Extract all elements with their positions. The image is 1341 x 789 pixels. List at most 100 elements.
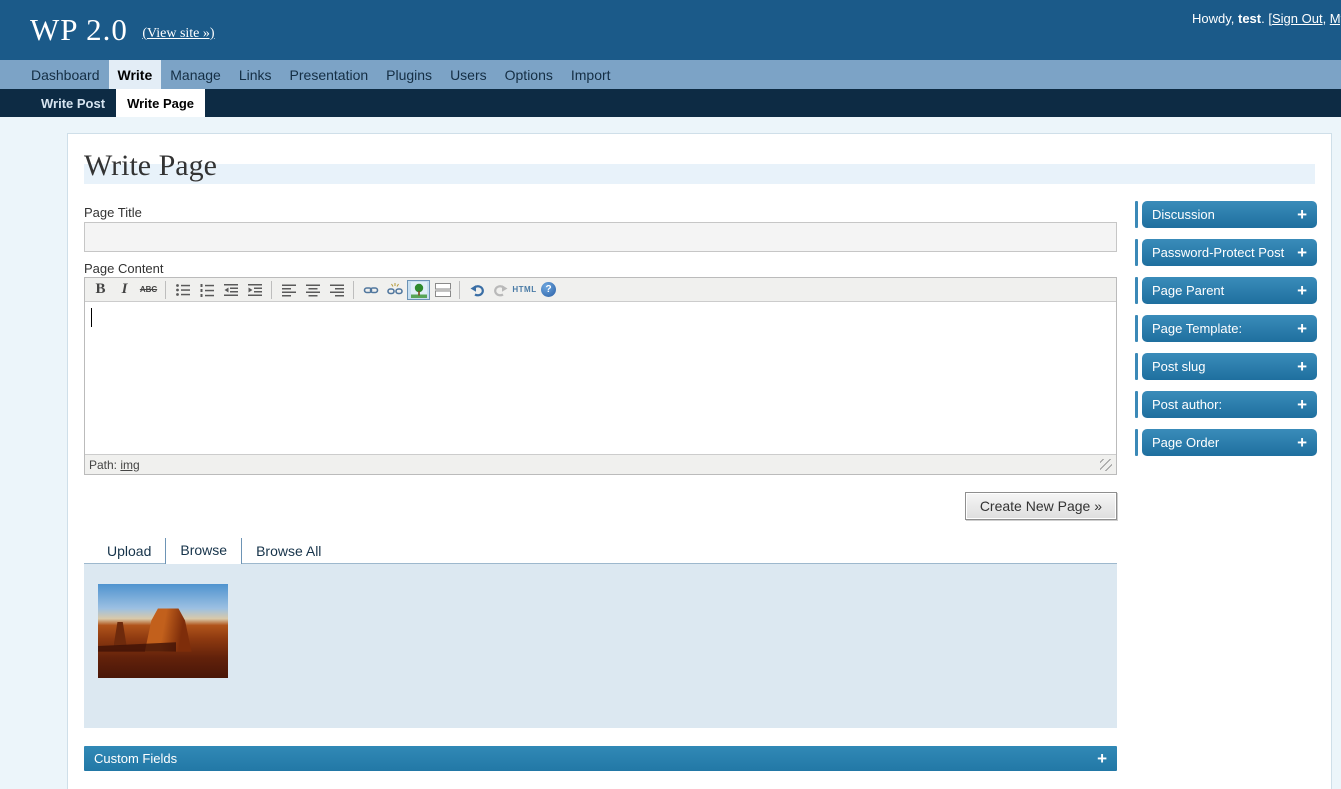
sidebar-item: Discussion + [1135,201,1317,228]
align-center-button[interactable] [301,280,324,300]
custom-fields-label: Custom Fields [94,751,177,766]
indent-button[interactable] [243,280,266,300]
panel-accent-bar [1135,277,1138,304]
path-img-node[interactable]: img [120,458,139,472]
page-title-label: Page Title [84,205,1117,220]
panel-accent-bar [1135,239,1138,266]
image-button[interactable] [407,280,430,300]
thumb-small-butte [114,622,127,646]
my-profile-link[interactable]: My [1330,11,1341,26]
panel-page-parent[interactable]: Page Parent + [1142,277,1317,304]
expand-plus-icon[interactable]: + [1097,750,1107,767]
main-column: Page Title Page Content B I ABC [84,205,1117,771]
nav-write[interactable]: Write [109,60,162,89]
wp-logo: WP 2.0 [30,12,128,47]
align-left-button[interactable] [277,280,300,300]
create-new-page-button[interactable]: Create New Page » [965,492,1117,520]
content-area: Write Page Page Title Page Content B I A… [67,133,1332,789]
path-breadcrumb: Path: img [89,458,140,472]
panel-post-author[interactable]: Post author: + [1142,391,1317,418]
italic-button[interactable]: I [113,280,136,300]
expand-plus-icon[interactable]: + [1297,358,1307,375]
expand-plus-icon[interactable]: + [1297,320,1307,337]
logo-row: WP 2.0 (View site ») [0,0,1341,48]
howdy-text: Howdy, test. [Sign Out, My [1192,11,1341,26]
subnav-write-post[interactable]: Write Post [30,89,116,117]
nav-manage[interactable]: Manage [161,60,230,89]
panel-label: Post author: [1152,397,1222,412]
nav-plugins[interactable]: Plugins [377,60,441,89]
sidebar-item: Post author: + [1135,391,1317,418]
path-label: Path: [89,458,120,472]
submit-row: Create New Page » [84,492,1117,520]
nav-options[interactable]: Options [496,60,562,89]
toolbar-separator [353,281,354,299]
expand-plus-icon[interactable]: + [1297,282,1307,299]
strikethrough-button[interactable]: ABC [137,280,160,300]
username: test [1238,11,1261,26]
panel-accent-bar [1135,201,1138,228]
tab-browse[interactable]: Browse [165,538,242,564]
nav-dashboard[interactable]: Dashboard [22,60,109,89]
more-tag-button[interactable] [431,280,454,300]
wordpress-admin-screen: WP 2.0 (View site ») Howdy, test. [Sign … [0,0,1341,789]
media-browser-panel [84,564,1117,728]
toolbar-separator [459,281,460,299]
sidebar: Discussion + Password-Protect Post + Pag… [1135,201,1317,467]
undo-button[interactable] [465,280,488,300]
outdent-button[interactable] [219,280,242,300]
sign-out-link[interactable]: Sign Out [1272,11,1323,26]
unordered-list-button[interactable] [171,280,194,300]
howdy-sep: , [1323,11,1330,26]
tab-browse-all[interactable]: Browse All [242,539,335,563]
toolbar-separator [271,281,272,299]
media-tabs: Upload Browse Browse All [84,538,1117,564]
nav-links[interactable]: Links [230,60,281,89]
panel-password-protect-post[interactable]: Password-Protect Post + [1142,239,1317,266]
thumb-shadow [98,642,176,651]
redo-button[interactable] [489,280,512,300]
expand-plus-icon[interactable]: + [1297,396,1307,413]
resize-grip-icon[interactable] [1100,459,1112,471]
page-content-label: Page Content [84,261,1117,276]
unlink-button[interactable] [383,280,406,300]
panel-page-order[interactable]: Page Order + [1142,429,1317,456]
expand-plus-icon[interactable]: + [1297,206,1307,223]
panel-label: Page Parent [1152,283,1224,298]
panel-post-slug[interactable]: Post slug + [1142,353,1317,380]
sidebar-item: Page Order + [1135,429,1317,456]
panel-label: Page Template: [1152,321,1242,336]
nav-import[interactable]: Import [562,60,620,89]
subnav-write-page[interactable]: Write Page [116,89,205,117]
ordered-list-button[interactable] [195,280,218,300]
editor-toolbar: B I ABC [85,278,1116,302]
howdy-mid: . [ [1261,11,1272,26]
panel-accent-bar [1135,391,1138,418]
editor-content[interactable] [85,302,1116,454]
panel-label: Post slug [1152,359,1205,374]
help-button[interactable]: ? [537,280,560,300]
align-right-button[interactable] [325,280,348,300]
panel-page-template[interactable]: Page Template: + [1142,315,1317,342]
tab-upload[interactable]: Upload [93,539,165,563]
nav-users[interactable]: Users [441,60,496,89]
panel-discussion[interactable]: Discussion + [1142,201,1317,228]
nav-presentation[interactable]: Presentation [281,60,378,89]
text-cursor [91,308,92,327]
bold-button[interactable]: B [89,280,112,300]
page-title-input[interactable] [84,222,1117,252]
toolbar-separator [165,281,166,299]
admin-header: WP 2.0 (View site ») Howdy, test. [Sign … [0,0,1341,60]
expand-plus-icon[interactable]: + [1297,434,1307,451]
sidebar-item: Post slug + [1135,353,1317,380]
panel-accent-bar [1135,315,1138,342]
view-site-link[interactable]: (View site ») [142,26,214,41]
thumbnail-desert-photo[interactable] [98,584,228,678]
sub-nav: Write Post Write Page [0,89,1341,117]
expand-plus-icon[interactable]: + [1297,244,1307,261]
link-button[interactable] [359,280,382,300]
custom-fields-header[interactable]: Custom Fields + [84,746,1117,771]
page-title: Write Page [84,148,1315,184]
html-source-button[interactable]: HTML [513,280,536,300]
rich-text-editor: B I ABC [84,277,1117,475]
